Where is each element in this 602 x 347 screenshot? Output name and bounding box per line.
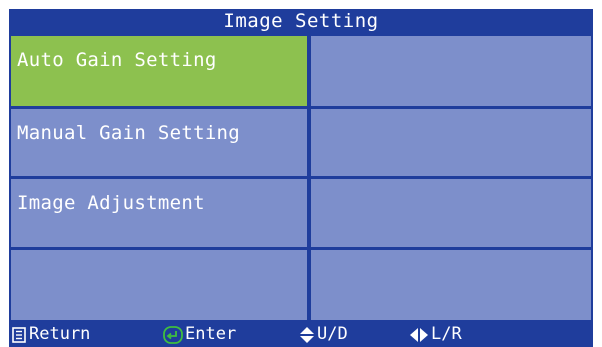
- return-label: Return: [29, 324, 91, 344]
- screen: Image Setting Auto Gain Setting Manual G…: [9, 9, 593, 347]
- up-down-arrows-icon: [299, 326, 315, 344]
- key-hint-bar: Return Enter U/D L/R: [9, 322, 593, 347]
- left-right-arrows-icon: [409, 327, 429, 343]
- value-panel-row-2: [311, 109, 591, 176]
- value-panel-row-1: [311, 36, 591, 106]
- enter-label: Enter: [185, 324, 237, 344]
- value-panel-row-4: [311, 250, 591, 320]
- menu-item-label: Manual Gain Setting: [17, 122, 241, 144]
- up-down-label: U/D: [317, 324, 348, 344]
- menu-item-image-adjustment[interactable]: Image Adjustment: [11, 179, 307, 247]
- menu-item-empty[interactable]: [11, 250, 307, 320]
- up-down-hint[interactable]: U/D: [299, 322, 348, 347]
- enter-icon: [163, 325, 183, 344]
- value-panel-row-3: [311, 179, 591, 247]
- menu-item-auto-gain-setting[interactable]: Auto Gain Setting: [11, 36, 307, 106]
- menu-item-label: Auto Gain Setting: [17, 49, 217, 71]
- menu-item-label: Image Adjustment: [17, 192, 205, 214]
- return-icon: [11, 326, 27, 343]
- return-hint[interactable]: Return: [11, 322, 90, 347]
- page-title: Image Setting: [9, 9, 593, 33]
- menu-item-manual-gain-setting[interactable]: Manual Gain Setting: [11, 109, 307, 176]
- left-right-label: L/R: [431, 324, 462, 344]
- left-right-hint[interactable]: L/R: [409, 322, 462, 347]
- enter-hint[interactable]: Enter: [163, 322, 236, 347]
